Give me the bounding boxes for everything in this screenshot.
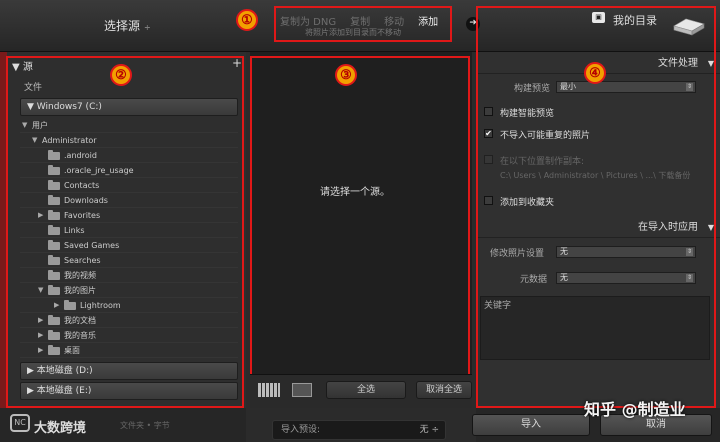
annotation-box-4 (476, 6, 716, 408)
import-button[interactable]: 导入 (472, 414, 590, 436)
annotation-box-2 (6, 56, 244, 408)
loupe-view-icon[interactable] (292, 383, 312, 397)
annotation-box-3 (250, 56, 470, 408)
footer-status: 文件夹 • 字节 (120, 421, 170, 430)
grid-view-icon[interactable] (258, 383, 280, 397)
import-preset-label: 导入预设: (281, 425, 321, 435)
mode-hint: 将照片添加到目录而不移动 (305, 28, 401, 37)
import-preset-value: 无 ÷ (419, 425, 439, 435)
brand-logo-icon: NC (10, 414, 30, 432)
import-mode-selector: 复制为 DNG 复制 移动 添加 (280, 13, 452, 28)
annotation-badge-1: ① (236, 9, 258, 31)
deselect-all-button[interactable]: 取消全选 (416, 381, 472, 399)
chevron-down-icon: ÷ (144, 23, 151, 32)
select-source-dropdown[interactable]: 选择源 ÷ (104, 17, 151, 34)
import-preset-selector[interactable]: 导入预设: 无 ÷ (272, 420, 446, 440)
mode-add[interactable]: 添加 (418, 17, 438, 28)
select-all-button[interactable]: 全选 (326, 381, 406, 399)
brand-label: 大数跨境 (34, 421, 87, 436)
watermark: 知乎 @制造业 (584, 400, 686, 419)
select-source-label: 选择源 (104, 19, 141, 33)
